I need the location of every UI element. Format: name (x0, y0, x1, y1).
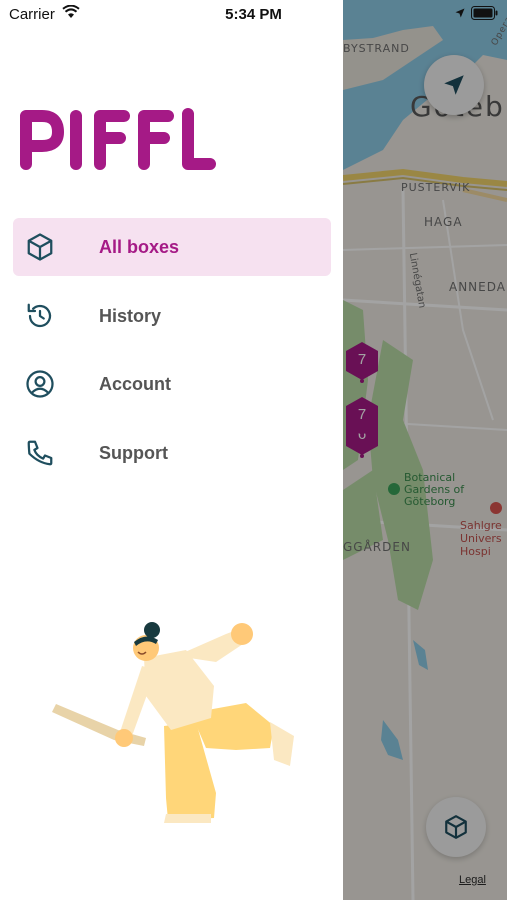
account-icon (26, 370, 54, 398)
map-marker[interactable]: 7 (344, 396, 380, 438)
map-label-gargarden: GGÅRDEN (343, 540, 411, 554)
map-label-bystrand: BYSTRAND (343, 42, 410, 55)
menu-item-account[interactable]: Account (13, 355, 331, 413)
phone-icon (27, 440, 53, 465)
piffl-logo (20, 108, 216, 175)
menu-item-label: Account (99, 374, 171, 394)
map-legal-link[interactable]: Legal (459, 874, 486, 886)
menu-item-history[interactable]: History (13, 287, 331, 345)
box-icon (445, 815, 467, 839)
box-icon (27, 233, 53, 261)
map-view[interactable]: BYSTRAND Opera Göteb PUSTERVIK HAGA ANNE… (343, 0, 507, 900)
status-time: 5:34 PM (225, 6, 282, 23)
menu-item-label: All boxes (99, 237, 180, 257)
locate-me-button[interactable] (424, 55, 484, 115)
menu-item-all-boxes[interactable]: All boxes (13, 218, 331, 276)
menu-item-support[interactable]: Support (13, 424, 331, 482)
location-arrow-icon (444, 75, 464, 95)
map-label-annedal: ANNEDA (449, 280, 506, 294)
map-marker[interactable]: 7 (344, 341, 380, 383)
location-services-icon (455, 8, 465, 18)
map-label-botanical: Botanical Gardens of Göteborg (404, 471, 465, 508)
cricket-player-illustration (46, 618, 296, 833)
boxes-list-button[interactable] (426, 797, 486, 857)
menu-item-label: History (99, 305, 162, 326)
map-label-haga: HAGA (424, 215, 463, 229)
navigation-drawer: All boxes History Account Support (0, 0, 343, 900)
menu-item-label: Support (99, 442, 168, 463)
map-label-sahlgrenska: Sahlgre Univers Hospi (460, 519, 502, 558)
battery-icon (471, 6, 498, 20)
history-icon (27, 303, 52, 327)
map-label-pustervik: PUSTERVIK (401, 181, 471, 194)
drawer-menu: All boxes History Account Support (13, 218, 331, 492)
status-bar: Carrier 5:34 PM (0, 0, 507, 30)
